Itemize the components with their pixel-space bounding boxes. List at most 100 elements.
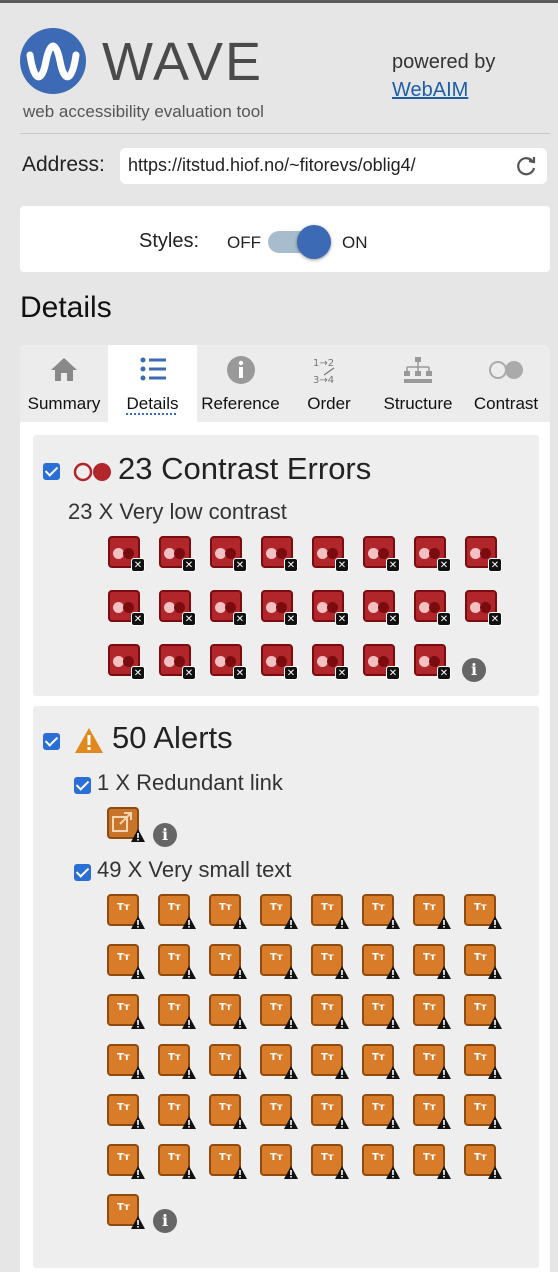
tab-order[interactable]: 1→2 3→4 Order: [284, 345, 374, 422]
tab-label: Order: [307, 394, 351, 413]
small-text-info-icon[interactable]: i: [153, 1209, 177, 1233]
alert-warning-icon: [75, 728, 103, 753]
very-small-text-item-icon[interactable]: Tт: [413, 1094, 451, 1130]
redundant-link-icon[interactable]: [107, 807, 145, 843]
very-low-contrast-label: 23 X Very low contrast: [68, 499, 287, 524]
contrast-error-item-icon[interactable]: ✕: [312, 644, 349, 680]
tab-details[interactable]: Details: [108, 345, 197, 422]
very-small-text-item-icon[interactable]: Tт: [413, 1144, 451, 1180]
tab-structure[interactable]: Structure: [374, 345, 462, 422]
very-small-text-item-icon[interactable]: Tт: [209, 1144, 247, 1180]
very-small-text-item-icon[interactable]: Tт: [311, 994, 349, 1030]
very-small-text-item-icon[interactable]: Tт: [107, 994, 145, 1030]
contrast-error-item-icon[interactable]: ✕: [108, 644, 145, 680]
very-small-text-item-icon[interactable]: Tт: [260, 1044, 298, 1080]
very-small-text-item-icon[interactable]: Tт: [413, 994, 451, 1030]
very-small-text-item-icon[interactable]: Tт: [362, 894, 400, 930]
very-small-text-item-icon[interactable]: Tт: [464, 1094, 502, 1130]
very-small-text-item-icon[interactable]: Tт: [158, 894, 196, 930]
contrast-error-item-icon[interactable]: ✕: [363, 536, 400, 572]
very-small-text-item-icon[interactable]: Tт: [158, 1094, 196, 1130]
very-small-text-item-icon[interactable]: Tт: [413, 1044, 451, 1080]
contrast-error-item-icon[interactable]: ✕: [414, 644, 451, 680]
redundant-link-info-icon[interactable]: i: [153, 823, 177, 847]
very-small-text-item-icon[interactable]: Tт: [260, 994, 298, 1030]
tab-reference[interactable]: Reference: [197, 345, 284, 422]
very-small-text-item-icon[interactable]: Tт: [362, 1094, 400, 1130]
contrast-error-item-icon[interactable]: ✕: [414, 590, 451, 626]
alerts-section: 50 Alerts 1 X Redundant link i 49 X Very…: [33, 706, 539, 1268]
alerts-checkbox[interactable]: [43, 733, 60, 750]
very-small-text-item-icon[interactable]: Tт: [260, 894, 298, 930]
very-small-text-item-icon[interactable]: Tт: [158, 1044, 196, 1080]
very-small-text-item-icon[interactable]: Tт: [311, 1044, 349, 1080]
very-small-text-item-icon[interactable]: Tт: [464, 944, 502, 980]
very-small-text-item-icon[interactable]: Tт: [158, 1144, 196, 1180]
very-small-text-item-icon[interactable]: Tт: [311, 944, 349, 980]
very-small-text-item-icon[interactable]: Tт: [413, 894, 451, 930]
address-input[interactable]: https://itstud.hiof.no/~fitorevs/oblig4/: [120, 148, 547, 184]
contrast-error-item-icon[interactable]: ✕: [363, 590, 400, 626]
styles-on-label: ON: [342, 233, 368, 252]
contrast-error-item-icon[interactable]: ✕: [108, 536, 145, 572]
contrast-error-item-icon[interactable]: ✕: [159, 644, 196, 680]
contrast-errors-checkbox[interactable]: [43, 463, 60, 480]
contrast-error-item-icon[interactable]: ✕: [159, 536, 196, 572]
very-small-text-item-icon[interactable]: Tт: [413, 944, 451, 980]
very-small-text-item-icon[interactable]: Tт: [260, 1144, 298, 1180]
very-small-text-item-icon[interactable]: Tт: [107, 894, 145, 930]
webaim-link[interactable]: WebAIM: [392, 79, 468, 102]
very-small-text-item-icon[interactable]: Tт: [362, 994, 400, 1030]
contrast-error-item-icon[interactable]: ✕: [465, 590, 502, 626]
contrast-error-item-icon[interactable]: ✕: [312, 590, 349, 626]
contrast-error-item-icon[interactable]: ✕: [159, 590, 196, 626]
styles-label: Styles:: [139, 230, 200, 252]
very-small-text-item-icon[interactable]: Tт: [107, 1144, 145, 1180]
contrast-error-item-icon[interactable]: ✕: [210, 644, 247, 680]
very-small-text-item-icon[interactable]: Tт: [311, 1144, 349, 1180]
tab-summary[interactable]: Summary: [20, 345, 108, 422]
contrast-error-item-icon[interactable]: ✕: [210, 536, 247, 572]
contrast-error-item-icon[interactable]: ✕: [363, 644, 400, 680]
very-small-text-item-icon[interactable]: Tт: [209, 944, 247, 980]
very-small-text-item-icon[interactable]: Tт: [158, 944, 196, 980]
very-small-text-item-icon[interactable]: Tт: [362, 944, 400, 980]
contrast-error-item-icon[interactable]: ✕: [261, 590, 298, 626]
very-small-text-item-icon[interactable]: Tт: [464, 1044, 502, 1080]
reload-icon[interactable]: [516, 155, 538, 177]
very-small-text-item-icon[interactable]: Tт: [311, 1094, 349, 1130]
contrast-error-item-icon[interactable]: ✕: [312, 536, 349, 572]
very-small-text-item-icon[interactable]: Tт: [311, 894, 349, 930]
very-small-text-item-icon[interactable]: Tт: [362, 1144, 400, 1180]
very-small-text-item-icon[interactable]: Tт: [260, 1094, 298, 1130]
very-small-text-item-icon[interactable]: Tт: [464, 1144, 502, 1180]
very-small-text-item-icon[interactable]: Tт: [209, 1094, 247, 1130]
contrast-info-icon[interactable]: i: [462, 658, 486, 682]
contrast-error-item-icon[interactable]: ✕: [465, 536, 502, 572]
alerts-title: 50 Alerts: [112, 720, 233, 755]
very-small-text-item-icon[interactable]: Tт: [209, 994, 247, 1030]
very-small-text-item-icon[interactable]: Tт: [260, 944, 298, 980]
very-small-text-item-icon[interactable]: Tт: [107, 1194, 145, 1230]
contrast-error-item-icon[interactable]: ✕: [261, 644, 298, 680]
very-small-text-checkbox[interactable]: [74, 864, 91, 881]
very-small-text-item-icon[interactable]: Tт: [209, 894, 247, 930]
contrast-error-item-icon[interactable]: ✕: [414, 536, 451, 572]
app-subtitle: web accessibility evaluation tool: [23, 102, 264, 121]
very-small-text-item-icon[interactable]: Tт: [107, 1094, 145, 1130]
very-small-text-item-icon[interactable]: Tт: [158, 994, 196, 1030]
contrast-error-item-icon[interactable]: ✕: [261, 536, 298, 572]
very-small-text-item-icon[interactable]: Tт: [362, 1044, 400, 1080]
very-small-text-item-icon[interactable]: Tт: [107, 1044, 145, 1080]
home-icon: [51, 358, 77, 381]
contrast-error-item-icon[interactable]: ✕: [108, 590, 145, 626]
very-small-text-item-icon[interactable]: Tт: [464, 994, 502, 1030]
very-small-text-item-icon[interactable]: Tт: [209, 1044, 247, 1080]
contrast-error-item-icon[interactable]: ✕: [210, 590, 247, 626]
wave-logo-icon[interactable]: [20, 28, 86, 94]
styles-toggle-knob[interactable]: [297, 225, 331, 259]
tab-contrast[interactable]: Contrast: [462, 345, 550, 422]
very-small-text-item-icon[interactable]: Tт: [107, 944, 145, 980]
redundant-link-checkbox[interactable]: [74, 777, 91, 794]
very-small-text-item-icon[interactable]: Tт: [464, 894, 502, 930]
